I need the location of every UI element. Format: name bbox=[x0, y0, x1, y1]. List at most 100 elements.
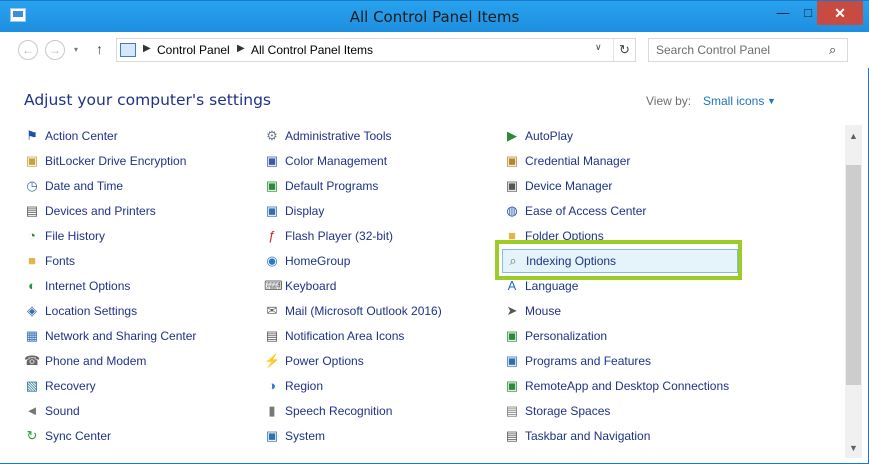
vertical-scrollbar[interactable]: ▲ ▼ bbox=[845, 125, 862, 458]
control-panel-item[interactable]: ◔ File History bbox=[24, 225, 254, 247]
address-dropdown-icon[interactable]: ∨ bbox=[595, 42, 602, 53]
control-panel-item[interactable]: ƒ Flash Player (32-bit) bbox=[264, 225, 494, 247]
control-panel-item[interactable]: ▮ Speech Recognition bbox=[264, 400, 494, 422]
control-panel-item[interactable]: ◄ Sound bbox=[24, 400, 254, 422]
title-bar: All Control Panel Items — □ ✕ bbox=[0, 1, 869, 32]
control-panel-item[interactable]: ⚙ Administrative Tools bbox=[264, 125, 494, 147]
breadcrumb-all-items[interactable]: All Control Panel Items bbox=[251, 43, 373, 57]
search-input[interactable]: Search Control Panel ⌕ bbox=[648, 38, 848, 62]
control-panel-item-label: Action Center bbox=[45, 129, 118, 143]
control-panel-item-label: Personalization bbox=[525, 329, 608, 343]
ease-of-access-icon: ◍ bbox=[506, 203, 518, 218]
control-panel-item-label: BitLocker Drive Encryption bbox=[45, 154, 187, 168]
control-panel-item[interactable]: ▤ Storage Spaces bbox=[504, 400, 734, 422]
search-placeholder: Search Control Panel bbox=[656, 43, 771, 57]
control-panel-item-label: Sync Center bbox=[45, 429, 112, 443]
sync-icon: ↻ bbox=[26, 428, 38, 443]
control-panel-item[interactable]: ◉ HomeGroup bbox=[264, 250, 494, 272]
forward-button[interactable]: → bbox=[45, 40, 65, 60]
control-panel-item[interactable]: A Language bbox=[504, 275, 734, 297]
view-by-dropdown[interactable]: Small icons bbox=[703, 94, 764, 108]
control-panel-item[interactable]: ▧ Recovery bbox=[24, 375, 254, 397]
breadcrumb-separator[interactable]: ▶ bbox=[143, 43, 151, 54]
control-panel-item-label: Power Options bbox=[285, 354, 364, 368]
flash-icon: ƒ bbox=[268, 228, 276, 243]
control-panel-item[interactable]: ⚑ Action Center bbox=[24, 125, 254, 147]
control-panel-item[interactable]: ▣ Color Management bbox=[264, 150, 494, 172]
network-icon: ▦ bbox=[25, 328, 39, 343]
control-panel-item-label: Device Manager bbox=[525, 179, 613, 193]
control-panel-item[interactable]: ▣ RemoteApp and Desktop Connections bbox=[504, 375, 734, 397]
breadcrumb-control-panel[interactable]: Control Panel bbox=[157, 43, 230, 57]
scroll-up-button[interactable]: ▲ bbox=[845, 131, 862, 141]
control-panel-item[interactable]: ■ Folder Options bbox=[504, 225, 734, 247]
control-panel-item-label: Display bbox=[285, 204, 325, 218]
control-panel-item-label: Internet Options bbox=[45, 279, 131, 293]
control-panel-item-label: Taskbar and Navigation bbox=[525, 429, 651, 443]
control-panel-item[interactable]: ◍ Ease of Access Center bbox=[504, 200, 734, 222]
power-icon: ⚡ bbox=[264, 353, 281, 368]
recovery-icon: ▧ bbox=[25, 378, 39, 393]
back-button[interactable]: ← bbox=[18, 40, 38, 60]
control-panel-item-label: AutoPlay bbox=[525, 129, 574, 143]
breadcrumb-separator[interactable]: ▶ bbox=[237, 43, 245, 54]
control-panel-item[interactable]: ↻ Sync Center bbox=[24, 425, 254, 447]
control-panel-item-label: Administrative Tools bbox=[285, 129, 392, 143]
control-panel-item-label: Notification Area Icons bbox=[285, 329, 405, 343]
control-panel-item[interactable]: ▣ Device Manager bbox=[504, 175, 734, 197]
control-panel-item[interactable]: ▤ Taskbar and Navigation bbox=[504, 425, 734, 447]
scroll-down-button[interactable]: ▼ bbox=[845, 443, 862, 453]
control-panel-item[interactable]: ◐ Internet Options bbox=[24, 275, 254, 297]
control-panel-item[interactable]: ◈ Location Settings bbox=[24, 300, 254, 322]
search-icon[interactable]: ⌕ bbox=[829, 42, 836, 58]
phone-icon: ☎ bbox=[24, 353, 41, 368]
up-button[interactable]: ↑ bbox=[96, 41, 103, 57]
control-panel-item[interactable]: ◷ Date and Time bbox=[24, 175, 254, 197]
chevron-down-icon[interactable]: ▼ bbox=[767, 96, 776, 106]
control-panel-item-label: Mail (Microsoft Outlook 2016) bbox=[285, 304, 442, 318]
control-panel-item[interactable]: ▣ Personalization bbox=[504, 325, 734, 347]
control-panel-item[interactable]: ▤ Notification Area Icons bbox=[264, 325, 494, 347]
control-panel-item-label: RemoteApp and Desktop Connections bbox=[525, 379, 730, 393]
control-panel-item-label: Ease of Access Center bbox=[525, 204, 647, 218]
display-icon: ▣ bbox=[265, 203, 279, 218]
control-panel-item[interactable]: ▣ Display bbox=[264, 200, 494, 222]
keyboard-icon: ⌨ bbox=[264, 278, 283, 293]
control-panel-item[interactable]: ✉ Mail (Microsoft Outlook 2016) bbox=[264, 300, 494, 322]
control-panel-item-label: File History bbox=[45, 229, 106, 243]
control-panel-item[interactable]: ▣ Programs and Features bbox=[504, 350, 734, 372]
address-bar[interactable]: ▶ Control Panel ▶ All Control Panel Item… bbox=[116, 38, 636, 62]
window-title: All Control Panel Items bbox=[349, 8, 520, 26]
page-title: Adjust your computer's settings bbox=[24, 91, 271, 109]
recent-locations-button[interactable]: ▾ bbox=[74, 45, 78, 54]
control-panel-item[interactable]: ▤ Devices and Printers bbox=[24, 200, 254, 222]
credential-icon: ▣ bbox=[505, 153, 519, 168]
control-panel-item-label: Sound bbox=[45, 404, 80, 418]
file-history-icon: ◔ bbox=[28, 228, 36, 243]
control-panel-item[interactable]: ■ Fonts bbox=[24, 250, 254, 272]
taskbar-icon: ▤ bbox=[505, 428, 519, 443]
location-icon: ◈ bbox=[27, 303, 37, 318]
control-panel-item[interactable]: ☎ Phone and Modem bbox=[24, 350, 254, 372]
control-panel-item[interactable]: ▶ AutoPlay bbox=[504, 125, 734, 147]
control-panel-item[interactable]: ⚡ Power Options bbox=[264, 350, 494, 372]
control-panel-item[interactable]: ➤ Mouse bbox=[504, 300, 734, 322]
control-panel-item[interactable]: ◑ Region bbox=[264, 375, 494, 397]
control-panel-item[interactable]: ▣ Default Programs bbox=[264, 175, 494, 197]
control-panel-item[interactable]: ▣ Credential Manager bbox=[504, 150, 734, 172]
control-panel-item-label: Devices and Printers bbox=[45, 204, 156, 218]
control-panel-item-label: Mouse bbox=[525, 304, 562, 318]
close-button[interactable]: ✕ bbox=[817, 1, 863, 25]
refresh-button[interactable]: ↻ bbox=[613, 39, 635, 61]
region-icon: ◑ bbox=[268, 378, 276, 393]
control-panel-item[interactable]: ⌕ Indexing Options bbox=[502, 249, 738, 273]
control-panel-item-label: Region bbox=[285, 379, 324, 393]
control-panel-item[interactable]: ▣ BitLocker Drive Encryption bbox=[24, 150, 254, 172]
homegroup-icon: ◉ bbox=[266, 253, 278, 268]
color-management-icon: ▣ bbox=[265, 153, 279, 168]
scroll-thumb[interactable] bbox=[846, 165, 861, 385]
control-panel-item[interactable]: ⌨ Keyboard bbox=[264, 275, 494, 297]
control-panel-item[interactable]: ▣ System bbox=[264, 425, 494, 447]
control-panel-item[interactable]: ▦ Network and Sharing Center bbox=[24, 325, 254, 347]
flag-icon: ⚑ bbox=[26, 128, 38, 143]
